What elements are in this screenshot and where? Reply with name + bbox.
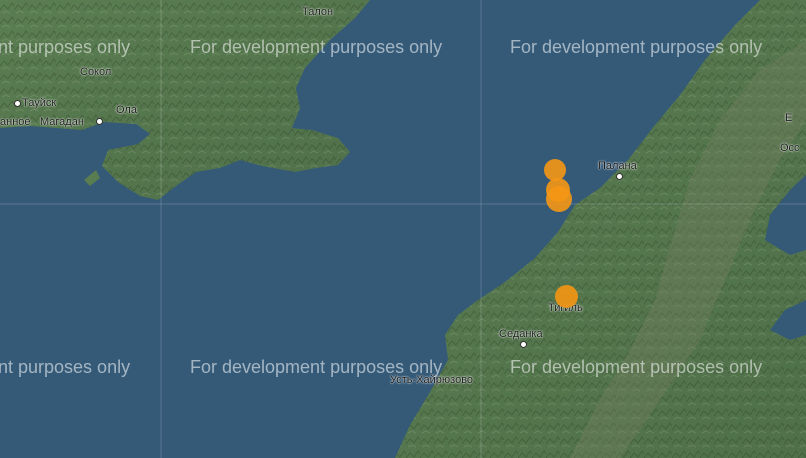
- city-label: Ола: [116, 104, 137, 116]
- city-label: Магадан: [40, 116, 84, 128]
- city-marker: [14, 100, 21, 107]
- city-label: Талон: [302, 6, 334, 18]
- city-marker: [616, 173, 623, 180]
- watermark: nt purposes only: [0, 37, 131, 57]
- city-marker: [520, 341, 527, 348]
- watermark: For development purposes only: [510, 37, 763, 57]
- watermark: nt purposes only: [0, 357, 131, 377]
- city-label: Палана: [598, 160, 637, 172]
- city-label: Усть-Хайрюзово: [390, 374, 474, 386]
- watermark: For development purposes only: [190, 37, 443, 57]
- city-label: Седанка: [499, 328, 543, 340]
- city-label: анное: [0, 116, 31, 128]
- map-canvas[interactable]: nt purposes only For development purpose…: [0, 0, 806, 458]
- event-marker-3[interactable]: [546, 186, 572, 212]
- city-label: Сокол: [80, 66, 112, 78]
- city-marker: [96, 118, 103, 125]
- city-label: Осс: [780, 142, 800, 154]
- watermark: For development purposes only: [510, 357, 763, 377]
- city-label: E: [785, 112, 793, 124]
- event-marker-4[interactable]: [555, 285, 578, 308]
- city-label: Тауйск: [22, 97, 57, 109]
- terrain-layer: [0, 0, 806, 458]
